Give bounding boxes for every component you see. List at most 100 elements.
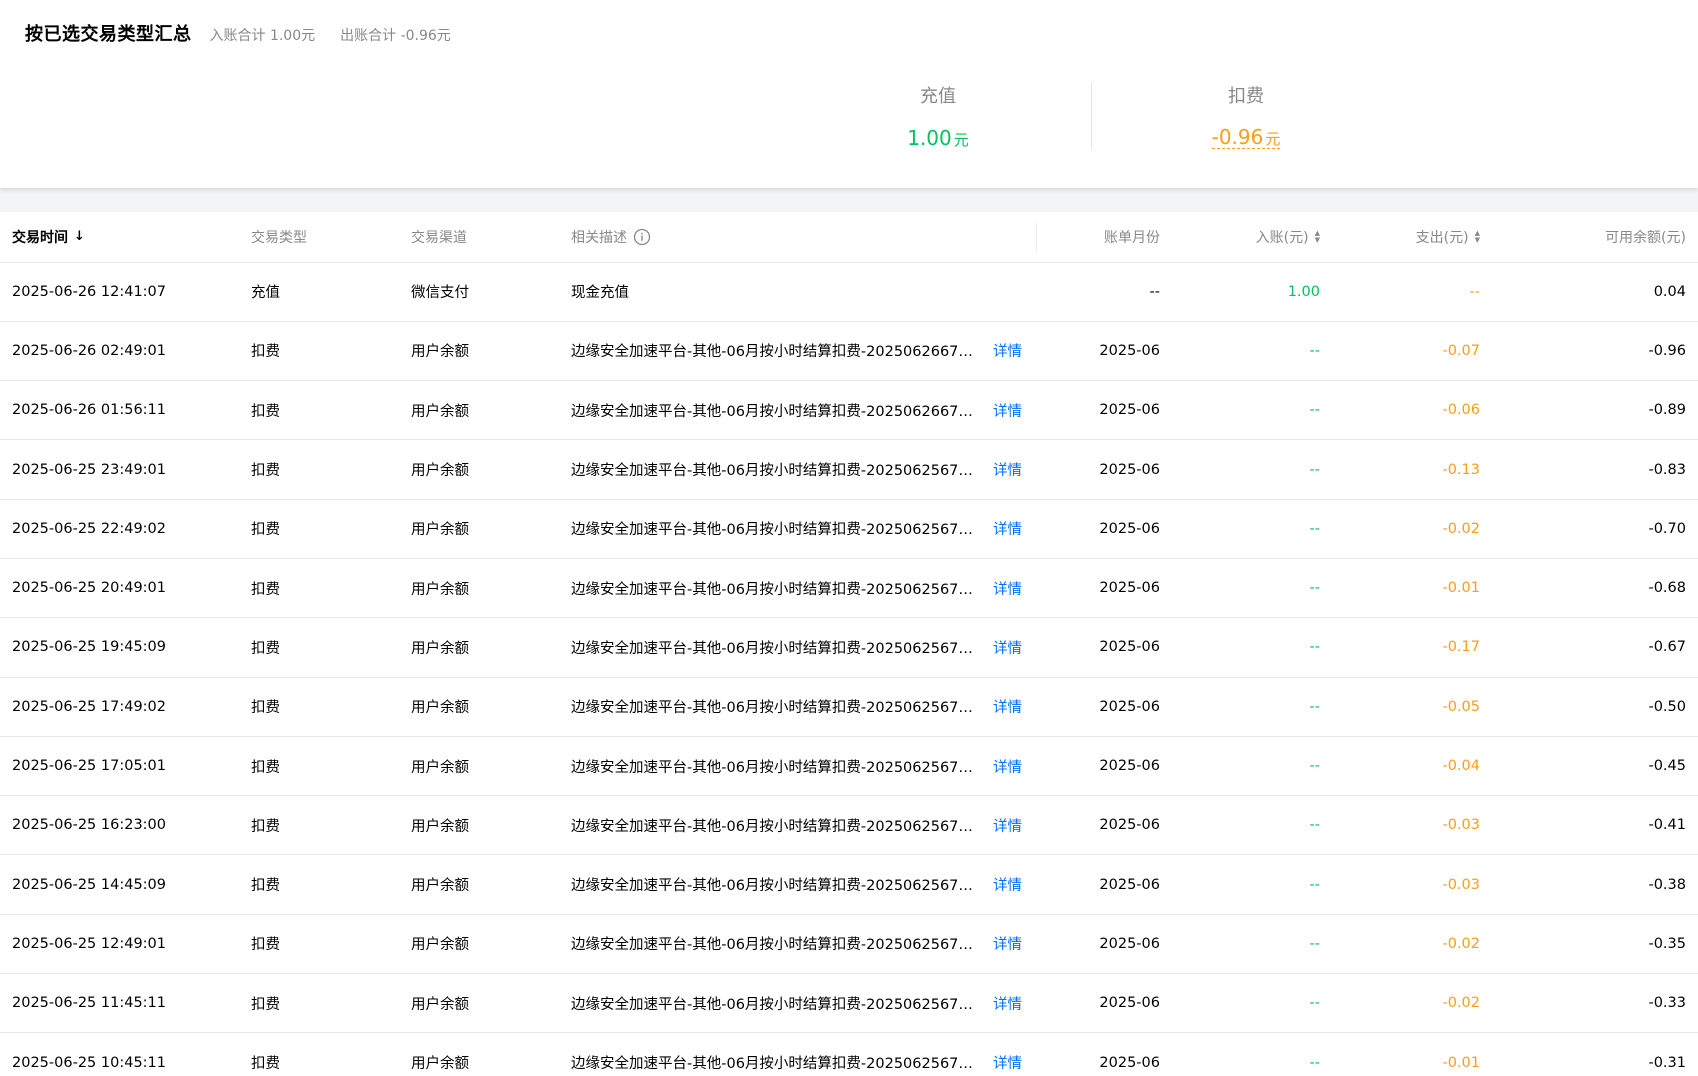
deduction-value[interactable]: -0.96 元 bbox=[1211, 126, 1281, 149]
cell-balance: -0.33 bbox=[1492, 973, 1698, 1034]
detail-link[interactable]: 详情 bbox=[993, 874, 1022, 895]
cell-income: -- bbox=[1172, 854, 1332, 915]
detail-link[interactable]: 详情 bbox=[993, 459, 1022, 480]
desc-text: 边缘安全加速平台-其他-06月按小时结算扣费-20250625679... bbox=[571, 818, 979, 835]
cell-balance: -0.41 bbox=[1492, 795, 1698, 856]
stat-divider bbox=[1091, 82, 1092, 149]
col-income[interactable]: 入账(元) ▲ ▼ bbox=[1172, 212, 1332, 263]
cell-month: 2025-06 bbox=[1036, 736, 1172, 797]
cell-type: 扣费 bbox=[239, 914, 399, 975]
cell-income: -- bbox=[1172, 736, 1332, 797]
cell-desc: 边缘安全加速平台-其他-06月按小时结算扣费-20250625679... 详情 bbox=[559, 914, 1036, 975]
cell-month: 2025-06 bbox=[1036, 439, 1172, 500]
cell-type: 扣费 bbox=[239, 677, 399, 737]
cell-balance: -0.35 bbox=[1492, 914, 1698, 975]
desc-text: 边缘安全加速平台-其他-06月按小时结算扣费-20250625679... bbox=[571, 759, 979, 776]
cell-desc: 现金充值 bbox=[559, 262, 1036, 322]
cell-type: 扣费 bbox=[239, 499, 399, 559]
desc-text: 现金充值 bbox=[571, 285, 629, 302]
cell-month: 2025-06 bbox=[1036, 854, 1172, 915]
table-row: 2025-06-26 01:56:11 扣费 用户余额 边缘安全加速平台-其他-06月… bbox=[0, 380, 1698, 441]
cell-channel: 用户余额 bbox=[399, 617, 559, 678]
cell-balance: -0.68 bbox=[1492, 558, 1698, 619]
col-time[interactable]: 交易时间 ↓ bbox=[0, 212, 239, 263]
transactions-table: 交易时间 ↓ 交易类型 交易渠道 相关描述 账单月份 入账(元) ▲ ▼ 支出(元) ▲… bbox=[0, 212, 1698, 1076]
detail-link[interactable]: 详情 bbox=[993, 993, 1022, 1014]
cell-balance: -0.50 bbox=[1492, 677, 1698, 737]
detail-link[interactable]: 详情 bbox=[993, 578, 1022, 599]
cell-income: 1.00 bbox=[1172, 262, 1332, 322]
cell-desc: 边缘安全加速平台-其他-06月按小时结算扣费-20250625679... 详情 bbox=[559, 677, 1036, 737]
table-row: 2025-06-25 17:05:01 扣费 用户余额 边缘安全加速平台-其他-06月… bbox=[0, 736, 1698, 797]
cell-type: 扣费 bbox=[239, 736, 399, 797]
cell-income: -- bbox=[1172, 439, 1332, 500]
col-type: 交易类型 bbox=[239, 212, 399, 263]
table-row: 2025-06-25 11:45:11 扣费 用户余额 边缘安全加速平台-其他-06月… bbox=[0, 973, 1698, 1034]
detail-link[interactable]: 详情 bbox=[993, 815, 1022, 836]
cell-channel: 用户余额 bbox=[399, 321, 559, 382]
cell-balance: -0.70 bbox=[1492, 499, 1698, 559]
cell-type: 扣费 bbox=[239, 795, 399, 856]
sort-toggle-icon[interactable]: ▲ ▼ bbox=[1315, 229, 1320, 244]
desc-text: 边缘安全加速平台-其他-06月按小时结算扣费-20250625679... bbox=[571, 1056, 979, 1072]
expense-total: 出账合计 -0.96元 bbox=[340, 28, 451, 44]
cell-type: 扣费 bbox=[239, 439, 399, 500]
desc-text: 边缘安全加速平台-其他-06月按小时结算扣费-20250625679... bbox=[571, 522, 979, 539]
cell-income: -- bbox=[1172, 321, 1332, 382]
detail-link[interactable]: 详情 bbox=[993, 637, 1022, 658]
cell-time: 2025-06-26 02:49:01 bbox=[0, 321, 239, 382]
cell-type: 扣费 bbox=[239, 380, 399, 441]
desc-text: 边缘安全加速平台-其他-06月按小时结算扣费-20250625679... bbox=[571, 700, 979, 717]
cell-balance: -0.96 bbox=[1492, 321, 1698, 382]
desc-text: 边缘安全加速平台-其他-06月按小时结算扣费-20250625679... bbox=[571, 640, 979, 657]
cell-channel: 用户余额 bbox=[399, 439, 559, 500]
cell-desc: 边缘安全加速平台-其他-06月按小时结算扣费-20250625679... 详情 bbox=[559, 1032, 1036, 1076]
col-expense[interactable]: 支出(元) ▲ ▼ bbox=[1332, 212, 1492, 263]
detail-link[interactable]: 详情 bbox=[993, 756, 1022, 777]
detail-link[interactable]: 详情 bbox=[993, 1052, 1022, 1073]
cell-desc: 边缘安全加速平台-其他-06月按小时结算扣费-20250625679... 详情 bbox=[559, 854, 1036, 915]
cell-desc: 边缘安全加速平台-其他-06月按小时结算扣费-20250626679... 详情 bbox=[559, 321, 1036, 382]
cell-expense: -0.01 bbox=[1332, 558, 1492, 619]
cell-expense: -0.02 bbox=[1332, 973, 1492, 1034]
cell-month: 2025-06 bbox=[1036, 973, 1172, 1034]
detail-link[interactable]: 详情 bbox=[993, 696, 1022, 717]
cell-time: 2025-06-25 17:05:01 bbox=[0, 736, 239, 797]
cell-channel: 用户余额 bbox=[399, 677, 559, 737]
cell-month: 2025-06 bbox=[1036, 677, 1172, 737]
cell-time: 2025-06-25 12:49:01 bbox=[0, 914, 239, 975]
desc-text: 边缘安全加速平台-其他-06月按小时结算扣费-20250626679... bbox=[571, 403, 979, 420]
cell-balance: -0.83 bbox=[1492, 439, 1698, 500]
desc-text: 边缘安全加速平台-其他-06月按小时结算扣费-20250625679... bbox=[571, 581, 979, 598]
cell-expense: -- bbox=[1332, 262, 1492, 322]
cell-income: -- bbox=[1172, 380, 1332, 441]
table-row: 2025-06-25 14:45:09 扣费 用户余额 边缘安全加速平台-其他-06月… bbox=[0, 854, 1698, 915]
detail-link[interactable]: 详情 bbox=[993, 518, 1022, 539]
cell-balance: -0.38 bbox=[1492, 854, 1698, 915]
cell-channel: 用户余额 bbox=[399, 380, 559, 441]
cell-income: -- bbox=[1172, 973, 1332, 1034]
detail-link[interactable]: 详情 bbox=[993, 400, 1022, 421]
cell-month: -- bbox=[1036, 262, 1172, 322]
info-icon[interactable] bbox=[633, 228, 651, 246]
cell-desc: 边缘安全加速平台-其他-06月按小时结算扣费-20250625679... 详情 bbox=[559, 558, 1036, 619]
cell-month: 2025-06 bbox=[1036, 914, 1172, 975]
sort-desc-icon[interactable]: ↓ bbox=[74, 230, 85, 243]
cell-income: -- bbox=[1172, 1032, 1332, 1076]
cell-balance: -0.67 bbox=[1492, 617, 1698, 678]
cell-type: 扣费 bbox=[239, 973, 399, 1034]
cell-expense: -0.07 bbox=[1332, 321, 1492, 382]
sort-toggle-icon[interactable]: ▲ ▼ bbox=[1475, 229, 1480, 244]
table-row: 2025-06-26 02:49:01 扣费 用户余额 边缘安全加速平台-其他-06月… bbox=[0, 321, 1698, 382]
cell-balance: 0.04 bbox=[1492, 262, 1698, 322]
table-row: 2025-06-25 19:45:09 扣费 用户余额 边缘安全加速平台-其他-06月… bbox=[0, 617, 1698, 678]
detail-link[interactable]: 详情 bbox=[993, 933, 1022, 954]
cell-desc: 边缘安全加速平台-其他-06月按小时结算扣费-20250625679... 详情 bbox=[559, 736, 1036, 797]
detail-link[interactable]: 详情 bbox=[993, 340, 1022, 361]
cell-channel: 用户余额 bbox=[399, 558, 559, 619]
cell-time: 2025-06-25 19:45:09 bbox=[0, 617, 239, 678]
col-month: 账单月份 bbox=[1036, 212, 1172, 263]
cell-type: 扣费 bbox=[239, 1032, 399, 1076]
cell-type: 扣费 bbox=[239, 617, 399, 678]
desc-text: 边缘安全加速平台-其他-06月按小时结算扣费-20250625679... bbox=[571, 463, 979, 480]
